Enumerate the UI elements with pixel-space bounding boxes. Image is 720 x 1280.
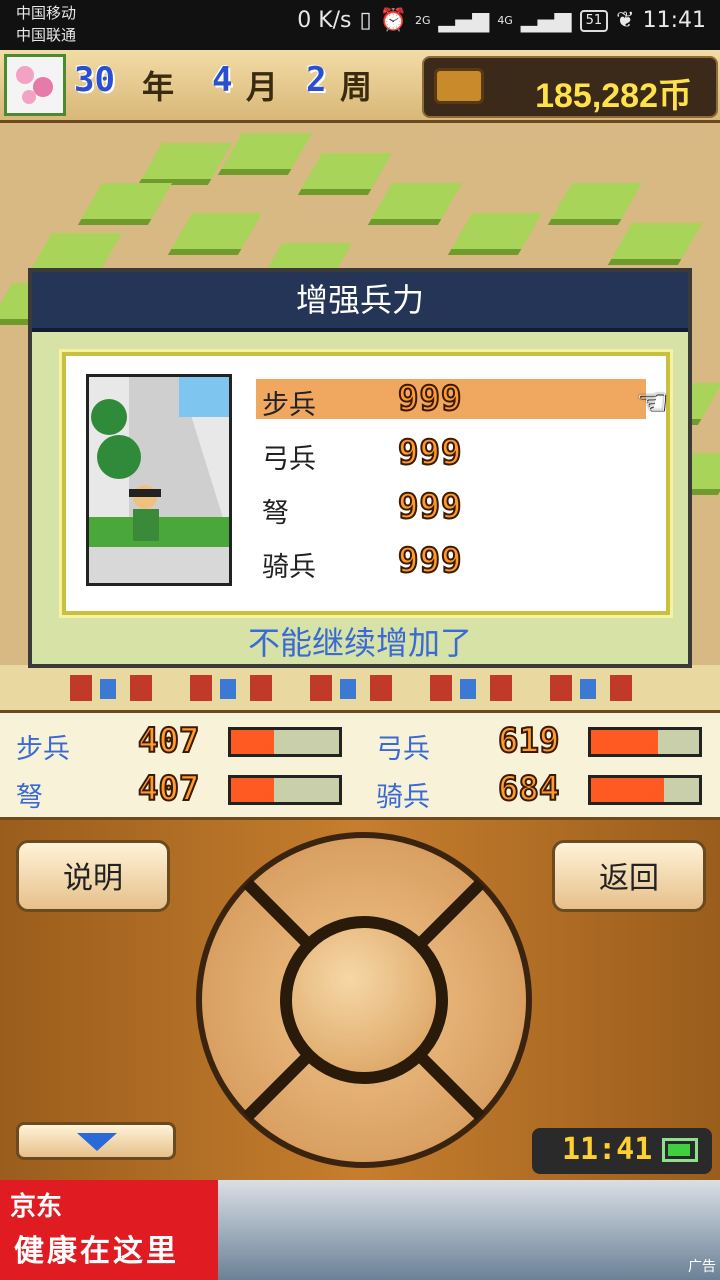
signal-icon: ▂▄▆ [438, 8, 490, 33]
scroll-down-button[interactable] [16, 1122, 176, 1160]
treasure-chest-icon [434, 68, 484, 104]
clock: 11:41 [642, 8, 706, 33]
ad-image[interactable] [218, 1180, 720, 1280]
unit-label: 弓兵 [262, 444, 316, 475]
vibrate-icon: ▯ [359, 8, 372, 33]
unit-value: 999 [397, 540, 463, 582]
signal-icon-2: ▂▄▆ [520, 8, 572, 33]
general-portrait [86, 374, 232, 586]
down-arrow-icon [77, 1133, 117, 1151]
status-icons: 0 K/s ▯ ⏰ 2G ▂▄▆ 4G ▂▄▆ 51 ❦ 11:41 [297, 8, 706, 33]
back-button[interactable]: 返回 [552, 840, 706, 912]
sakura-icon [16, 66, 53, 104]
dpad-center-button[interactable] [280, 916, 448, 1084]
leaf-icon: ❦ [616, 8, 635, 33]
unit-label: 步兵 [262, 390, 316, 421]
soldiers-sprite [70, 675, 632, 701]
troop-bar-crossbow [228, 775, 342, 805]
month-unit: 月 [246, 68, 279, 106]
year-unit: 年 [142, 68, 175, 106]
limit-notice: 不能继续增加了 [247, 624, 472, 662]
army-strip [0, 665, 720, 710]
battery-icon: 51 [579, 9, 609, 32]
troop-bar-infantry [228, 727, 342, 757]
unit-row-infantry[interactable]: 步兵 999 [256, 378, 646, 421]
troop-label-crossbow: 弩 [16, 782, 43, 813]
week-unit: 周 [340, 68, 373, 106]
status-bar: 中国移动 中国联通 0 K/s ▯ ⏰ 2G ▂▄▆ 4G ▂▄▆ 51 ❦ 1… [0, 0, 720, 50]
ad-text: 健康在这里 [14, 1234, 179, 1269]
gold-panel: 185,282币 [422, 56, 718, 118]
game-clock: 11:41 [562, 1132, 653, 1167]
unit-label: 骑兵 [262, 552, 316, 583]
dialog-title: 增强兵力 [32, 272, 688, 332]
net-speed: 0 K/s [297, 8, 352, 33]
ad-tag: 广告 [688, 1259, 716, 1275]
explain-button[interactable]: 说明 [16, 840, 170, 912]
game-header: 30 年 4 月 2 周 185,282币 [0, 50, 720, 123]
alarm-icon: ⏰ [379, 8, 408, 33]
gold-amount: 185,282币 [535, 77, 692, 115]
unit-value: 999 [397, 432, 463, 474]
carrier-2: 中国联通 [16, 26, 77, 44]
troop-value-archer: 619 [497, 720, 560, 762]
unit-value: 999 [397, 486, 463, 528]
troop-bar-cavalry [588, 775, 702, 805]
troop-label-infantry: 步兵 [16, 734, 70, 765]
ad-left[interactable]: 京东 健康在这里 [0, 1180, 218, 1280]
unit-row-cavalry[interactable]: 骑兵 999 [256, 540, 646, 583]
carrier-1: 中国移动 [16, 4, 77, 22]
troop-label-archer: 弓兵 [376, 734, 430, 765]
control-pad: 说明 返回 11:41 [0, 820, 720, 1180]
troop-value-crossbow: 407 [137, 768, 200, 810]
week-value: 2 [306, 60, 327, 100]
year-value: 30 [74, 60, 115, 100]
troop-bar-archer [588, 727, 702, 757]
troop-value-infantry: 407 [137, 720, 200, 762]
ad-banner[interactable]: 京东 健康在这里 广告 [0, 1180, 720, 1280]
reinforce-dialog: 增强兵力 步兵 999 弓兵 999 弩 999 骑兵 999 ☜ 不能继续增加… [28, 268, 692, 668]
unit-panel: 步兵 999 弓兵 999 弩 999 骑兵 999 [62, 352, 670, 615]
battery-icon [662, 1138, 698, 1162]
lord-portrait[interactable] [4, 54, 66, 116]
signal-4g-label: 4G [497, 14, 513, 27]
troop-status: 步兵 407 弓兵 619 弩 407 骑兵 684 [0, 710, 720, 820]
unit-value: 999 [397, 378, 463, 420]
ad-logo: 京东 [10, 1192, 63, 1222]
unit-row-archer[interactable]: 弓兵 999 [256, 432, 646, 475]
unit-label: 弩 [262, 498, 289, 529]
month-value: 4 [212, 60, 233, 100]
troop-value-cavalry: 684 [497, 768, 560, 810]
signal-2g-label: 2G [415, 14, 431, 27]
unit-row-crossbow[interactable]: 弩 999 [256, 486, 646, 529]
troop-label-cavalry: 骑兵 [376, 782, 430, 813]
game-clock-panel: 11:41 [532, 1128, 712, 1174]
pointer-hand-icon: ☜ [636, 382, 669, 423]
